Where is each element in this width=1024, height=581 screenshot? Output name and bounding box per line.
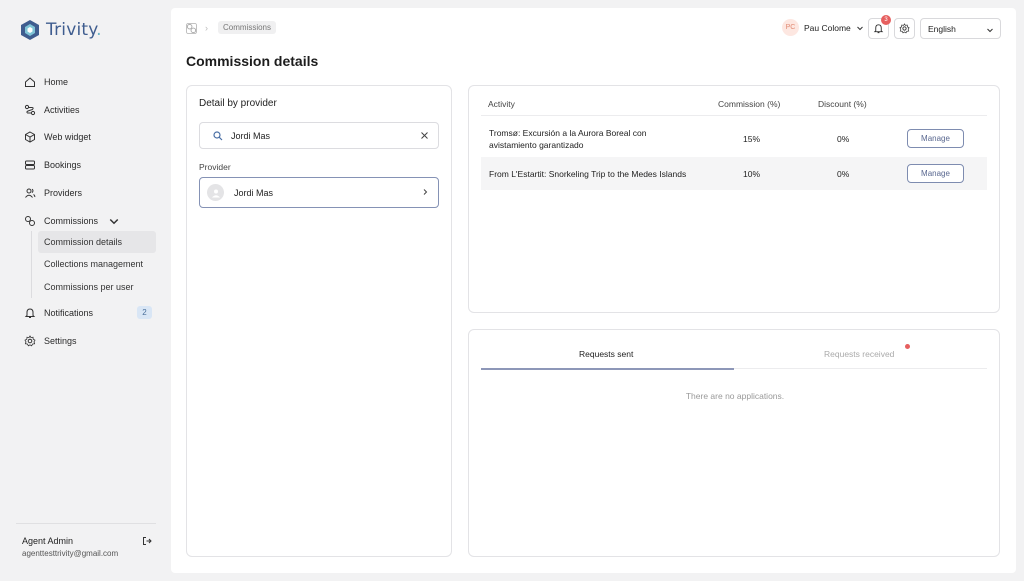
route-icon	[24, 104, 36, 115]
search-icon	[213, 130, 223, 140]
discount-value: 0%	[837, 169, 850, 179]
table-row: From L'Estartit: Snorkeling Trip to the …	[481, 157, 987, 190]
gear-icon	[24, 334, 36, 347]
app-logo[interactable]: Trivity.	[20, 19, 102, 41]
user-icon	[211, 189, 220, 197]
manage-button[interactable]: Manage	[907, 129, 964, 148]
activity-name: Tromsø: Excursión a la Aurora Boreal con	[489, 128, 647, 138]
commission-value: 10%	[743, 169, 761, 179]
activity-name-continued: avistamiento garantizado	[489, 140, 584, 150]
column-header-activity: Activity	[488, 99, 515, 109]
subnav-item-commission-details[interactable]: Commission details	[38, 231, 156, 254]
user-name: Agent Admin	[22, 536, 74, 546]
requests-panel: Requests sent Requests received There ar…	[468, 329, 1000, 557]
users-icon	[25, 188, 36, 198]
tab-requests-received[interactable]: Requests received	[824, 349, 894, 359]
provider-label: Provider	[199, 162, 231, 172]
bell-icon	[873, 24, 884, 34]
active-tab-indicator	[481, 368, 734, 370]
sidebar-item-web-widget[interactable]: Web widget	[18, 124, 158, 152]
provider-panel: Detail by provider Jordi Mas Provider Jo…	[186, 85, 452, 557]
empty-state-message: There are no applications.	[685, 391, 785, 401]
provider-name: Jordi Mas	[234, 187, 274, 198]
commissions-crumb-icon[interactable]	[186, 23, 197, 34]
chevron-down-icon	[987, 28, 993, 33]
column-header-commission: Commission (%)	[718, 99, 781, 109]
provider-list-item[interactable]: Jordi Mas	[199, 177, 439, 208]
sidebar-item-label: Settings	[44, 335, 77, 346]
column-header-discount: Discount (%)	[818, 99, 867, 109]
bell-icon	[24, 308, 36, 318]
chevron-right-icon	[423, 189, 428, 195]
trivity-logo-icon	[21, 20, 39, 40]
chevron-down-icon	[109, 218, 119, 225]
breadcrumb[interactable]: Commissions	[218, 21, 277, 34]
close-icon[interactable]	[420, 131, 429, 140]
user-email: agenttesttrivity@gmail.com	[22, 549, 119, 558]
sidebar-item-bookings[interactable]: Bookings	[18, 151, 158, 179]
unread-indicator	[905, 344, 910, 349]
main-content: › Commissions PC Pau Colome 3 English Co…	[171, 8, 1016, 573]
notifications-button[interactable]: 3	[868, 15, 891, 39]
profile-menu[interactable]: PC Pau Colome	[782, 19, 864, 36]
search-input[interactable]: Jordi Mas	[199, 122, 439, 149]
page-title: Commission details	[186, 53, 319, 69]
sidebar-item-providers[interactable]: Providers	[18, 179, 158, 207]
home-icon	[25, 77, 35, 87]
provider-panel-title: Detail by provider	[199, 98, 277, 109]
language-select[interactable]: English	[920, 18, 1001, 39]
sidebar-item-label: Web widget	[44, 132, 91, 143]
notifications-badge: 2	[137, 306, 152, 320]
chevron-down-icon	[856, 26, 863, 30]
manage-button[interactable]: Manage	[907, 164, 964, 183]
sidebar-nav: Home Activities Web widget Bookings Prov…	[18, 68, 158, 235]
cube-icon	[25, 131, 35, 144]
sidebar-item-label: Providers	[44, 188, 83, 199]
language-value: English	[928, 23, 956, 34]
avatar: PC	[782, 19, 799, 36]
table-row: Tromsø: Excursión a la Aurora Boreal con…	[481, 122, 987, 155]
sidebar-item-settings[interactable]: Settings	[18, 327, 158, 355]
activity-table: Activity Commission (%) Discount (%) Tro…	[468, 85, 1000, 313]
sidebar-item-label: Commissions	[44, 215, 99, 226]
sidebar-item-label: Notifications	[44, 307, 94, 318]
sidebar-item-activities[interactable]: Activities	[18, 96, 158, 124]
activity-name: From L'Estartit: Snorkeling Trip to the …	[489, 169, 687, 179]
sidebar-item-label: Bookings	[44, 160, 82, 171]
commissions-icon	[25, 215, 35, 226]
logout-icon[interactable]	[142, 536, 152, 546]
avatar	[207, 184, 224, 201]
tab-requests-sent[interactable]: Requests sent	[579, 349, 633, 359]
profile-name: Pau Colome	[804, 22, 851, 33]
notification-count-badge: 3	[881, 15, 891, 25]
table-header-divider	[481, 115, 987, 116]
app-name: Trivity.	[46, 20, 102, 40]
sidebar-item-home[interactable]: Home	[18, 68, 158, 96]
discount-value: 0%	[837, 134, 850, 144]
commissions-subnav: Commission details Collections managemen…	[31, 231, 156, 298]
sidebar-nav-lower: Notifications 2 Settings	[18, 299, 158, 355]
sidebar-item-notifications[interactable]: Notifications 2	[18, 299, 158, 327]
sidebar: Trivity. Home Activities Web widget Book…	[0, 0, 170, 581]
commission-value: 15%	[743, 134, 761, 144]
sidebar-item-label: Home	[44, 76, 69, 87]
breadcrumb-separator: ›	[205, 23, 208, 33]
user-profile: Agent Admin agenttesttrivity@gmail.com	[16, 523, 156, 558]
top-bar: › Commissions PC Pau Colome 3 English	[171, 8, 1016, 48]
sidebar-item-label: Activities	[44, 104, 80, 115]
settings-button[interactable]	[894, 18, 915, 39]
subnav-item-collections-management[interactable]: Collections management	[38, 253, 156, 275]
subnav-item-commissions-per-user[interactable]: Commissions per user	[38, 276, 156, 298]
bookings-icon	[25, 160, 35, 170]
search-value: Jordi Mas	[231, 130, 271, 141]
gear-icon	[899, 23, 910, 34]
